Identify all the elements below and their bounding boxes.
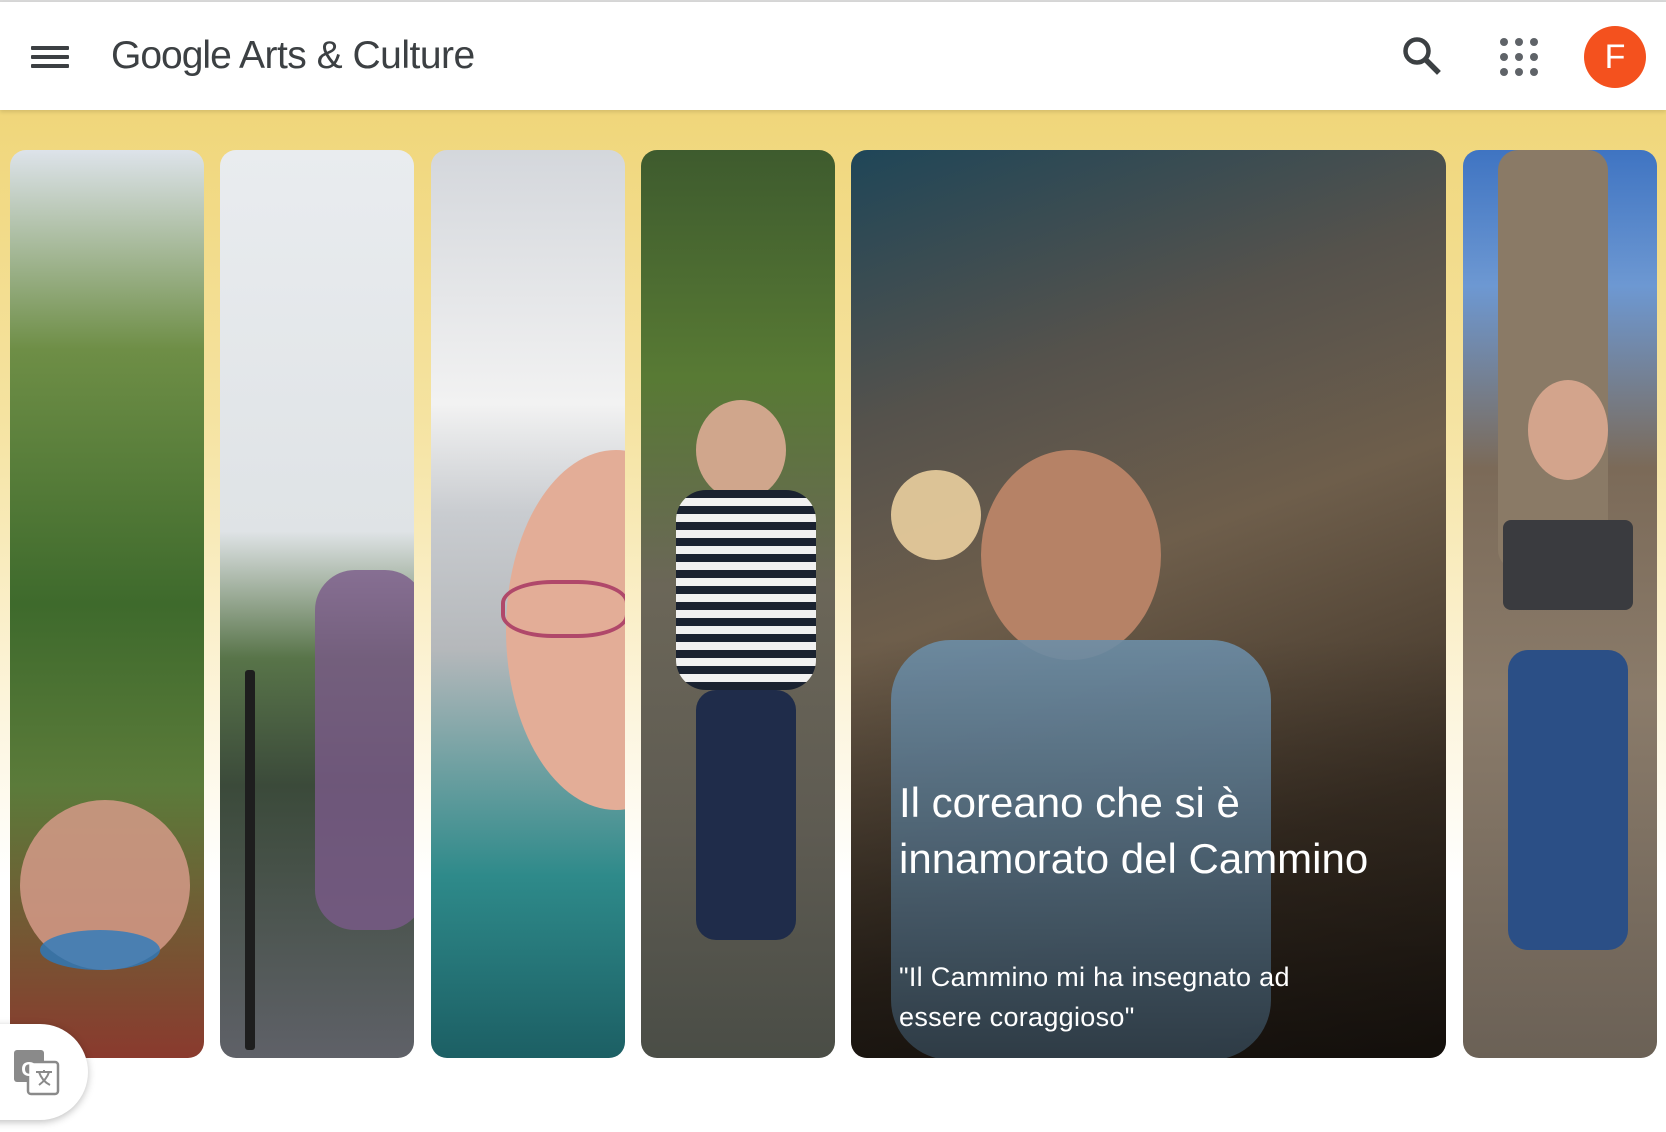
story-quote: "Il Cammino mi ha insegnato ad essere co…	[899, 962, 1290, 1032]
story-card-selfie[interactable]	[431, 150, 625, 1058]
striped-shirt-shape	[676, 490, 816, 690]
search-icon[interactable]	[1396, 30, 1448, 82]
stone-column-shape	[1498, 150, 1608, 570]
glasses-shape	[501, 580, 625, 638]
story-title: Il coreano che si è innamorato del Cammi…	[899, 778, 1369, 882]
logo-brand: Google	[111, 34, 232, 77]
apps-grid-icon[interactable]	[1492, 30, 1546, 84]
top-bar: Google Arts & Culture F	[0, 2, 1666, 110]
man-with-laptop-photo	[1528, 380, 1608, 480]
trekking-pole-shape	[245, 670, 255, 1050]
svg-text:G: G	[21, 1059, 37, 1081]
hikers-with-poles-photo	[315, 570, 414, 930]
account-avatar[interactable]: F	[1584, 26, 1646, 88]
logo-product: Arts & Culture	[238, 34, 475, 77]
site-logo[interactable]: Google Arts & Culture	[111, 34, 475, 78]
story-card-hikers[interactable]	[220, 150, 414, 1058]
jeans-shape	[1508, 650, 1628, 950]
bracelet-shape	[40, 930, 160, 970]
story-card-man-with-laptop[interactable]	[1463, 150, 1657, 1058]
google-translate-icon: G	[14, 1050, 60, 1096]
story-card-woman-striped-shirt[interactable]	[641, 150, 835, 1058]
jeans-shape	[696, 690, 796, 940]
man-with-chopsticks-photo	[981, 450, 1161, 660]
translate-button[interactable]: G	[0, 1024, 88, 1120]
pendant-lamp-shape	[891, 470, 981, 560]
story-card-hands-with-bracelets[interactable]	[10, 150, 204, 1058]
woman-striped-shirt-photo	[696, 400, 786, 500]
laptop-shape	[1503, 520, 1633, 610]
featured-story-card[interactable]: Il coreano che si è innamorato del Cammi…	[851, 150, 1446, 1058]
hamburger-menu-icon[interactable]	[24, 36, 76, 78]
